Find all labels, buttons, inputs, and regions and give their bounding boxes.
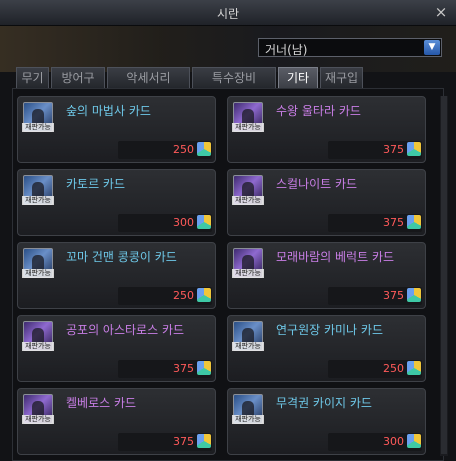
cube-currency-icon: [197, 215, 211, 229]
item-name: 무격권 카이지 카드: [276, 396, 372, 410]
class-filter-dropdown[interactable]: 거너(남) ▼: [258, 38, 442, 57]
tab-accessory[interactable]: 악세서리: [107, 67, 190, 88]
shop-item-card[interactable]: 재판가능 수왕 울타라 카드 375: [227, 96, 426, 163]
item-name: 모래바람의 베럭트 카드: [276, 250, 395, 264]
tradeable-badge: 재판가능: [22, 342, 54, 351]
tradeable-badge: 재판가능: [232, 123, 264, 132]
close-icon[interactable]: ×: [432, 3, 450, 21]
scrollbar[interactable]: [440, 96, 448, 456]
item-name: 연구원장 카미나 카드: [276, 323, 383, 337]
price-box: 375: [328, 287, 422, 305]
item-name: 숲의 마법사 카드: [66, 104, 151, 118]
tradeable-badge: 재판가능: [232, 269, 264, 278]
shop-item-card[interactable]: 재판가능 모래바람의 베럭트 카드 375: [227, 242, 426, 309]
item-price: 375: [383, 289, 404, 302]
price-box: 250: [118, 141, 212, 159]
card-item-icon[interactable]: 재판가능: [232, 394, 264, 424]
chevron-down-icon[interactable]: ▼: [424, 40, 440, 55]
card-item-icon[interactable]: 재판가능: [22, 175, 54, 205]
card-item-icon[interactable]: 재판가능: [22, 102, 54, 132]
class-filter-value: 거너(남): [265, 43, 308, 57]
shop-item-card[interactable]: 재판가능 무격권 카이지 카드 300: [227, 388, 426, 455]
tab-weapon[interactable]: 무기: [16, 67, 49, 88]
item-name: 공포의 아스타로스 카드: [66, 323, 185, 337]
item-name: 꼬마 건맨 콩콩이 카드: [66, 250, 177, 264]
shop-item-card[interactable]: 재판가능 꼬마 건맨 콩콩이 카드 250: [17, 242, 216, 309]
cube-currency-icon: [197, 434, 211, 448]
price-box: 250: [328, 360, 422, 378]
price-box: 300: [118, 214, 212, 232]
cube-currency-icon: [197, 361, 211, 375]
card-item-icon[interactable]: 재판가능: [22, 321, 54, 351]
price-box: 375: [118, 433, 212, 451]
tradeable-badge: 재판가능: [22, 196, 54, 205]
price-box: 375: [328, 141, 422, 159]
price-box: 250: [118, 287, 212, 305]
window-titlebar[interactable]: 시란 ×: [0, 0, 456, 26]
tab-etc[interactable]: 기타: [278, 67, 318, 88]
item-price: 375: [173, 435, 194, 448]
item-price: 300: [173, 216, 194, 229]
shop-item-card[interactable]: 재판가능 연구원장 카미나 카드 250: [227, 315, 426, 382]
price-box: 375: [118, 360, 212, 378]
tradeable-badge: 재판가능: [232, 342, 264, 351]
cube-currency-icon: [407, 434, 421, 448]
tab-special-equipment[interactable]: 특수장비: [192, 67, 276, 88]
card-item-icon[interactable]: 재판가능: [232, 248, 264, 278]
item-price: 250: [173, 289, 194, 302]
card-item-icon[interactable]: 재판가능: [232, 321, 264, 351]
tradeable-badge: 재판가능: [232, 196, 264, 205]
tradeable-badge: 재판가능: [232, 415, 264, 424]
tab-repurchase[interactable]: 재구입: [320, 67, 363, 88]
cube-currency-icon: [407, 361, 421, 375]
tradeable-badge: 재판가능: [22, 123, 54, 132]
item-price: 375: [383, 143, 404, 156]
card-item-icon[interactable]: 재판가능: [22, 248, 54, 278]
shop-item-card[interactable]: 재판가능 공포의 아스타로스 카드 375: [17, 315, 216, 382]
price-box: 300: [328, 433, 422, 451]
item-price: 300: [383, 435, 404, 448]
item-price: 375: [173, 362, 194, 375]
cube-currency-icon: [407, 215, 421, 229]
price-box: 375: [328, 214, 422, 232]
cube-currency-icon: [407, 288, 421, 302]
item-price: 250: [173, 143, 194, 156]
card-item-icon[interactable]: 재판가능: [232, 175, 264, 205]
item-price: 250: [383, 362, 404, 375]
cube-currency-icon: [197, 288, 211, 302]
shop-item-card[interactable]: 재판가능 카토르 카드 300: [17, 169, 216, 236]
window-title: 시란: [216, 7, 240, 21]
item-name: 켈베로스 카드: [66, 396, 137, 410]
cube-currency-icon: [197, 142, 211, 156]
item-name: 카토르 카드: [66, 177, 126, 191]
card-item-icon[interactable]: 재판가능: [232, 102, 264, 132]
tradeable-badge: 재판가능: [22, 269, 54, 278]
tab-armor[interactable]: 방어구: [51, 67, 105, 88]
item-price: 375: [383, 216, 404, 229]
scrollbar-thumb[interactable]: [441, 96, 447, 454]
card-item-icon[interactable]: 재판가능: [22, 394, 54, 424]
cube-currency-icon: [407, 142, 421, 156]
item-name: 수왕 울타라 카드: [276, 104, 361, 118]
tradeable-badge: 재판가능: [22, 415, 54, 424]
shop-item-card[interactable]: 재판가능 스컬나이트 카드 375: [227, 169, 426, 236]
shop-item-card[interactable]: 재판가능 숲의 마법사 카드 250: [17, 96, 216, 163]
item-name: 스컬나이트 카드: [276, 177, 358, 191]
shop-item-card[interactable]: 재판가능 켈베로스 카드 375: [17, 388, 216, 455]
